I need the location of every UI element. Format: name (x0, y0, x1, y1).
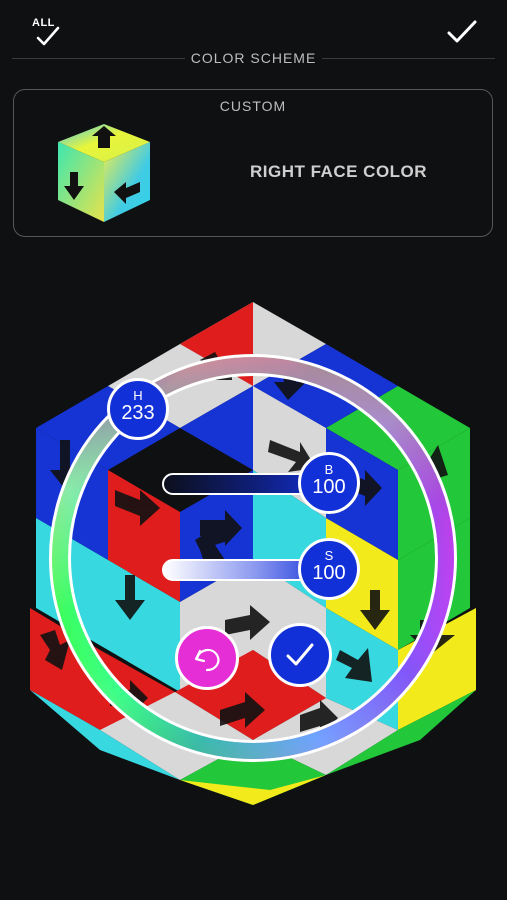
hue-value: 233 (121, 402, 155, 424)
check-icon (447, 20, 477, 43)
custom-scheme-card[interactable]: CUSTOM RIGHT FACE COLOR (13, 89, 493, 237)
saturation-value: 100 (312, 562, 346, 584)
brightness-value: 100 (312, 476, 346, 498)
check-all-icon (36, 26, 60, 46)
cube-preview-icon (58, 124, 150, 222)
divider-right (322, 58, 495, 59)
brightness-knob[interactable]: B 100 (298, 452, 360, 514)
saturation-knob[interactable]: S 100 (298, 538, 360, 600)
done-button[interactable] (444, 16, 480, 48)
select-all-button[interactable]: ALL (28, 12, 68, 46)
hue-knob[interactable]: H 233 (107, 378, 169, 440)
face-label: RIGHT FACE COLOR (250, 162, 428, 181)
undo-icon (194, 648, 220, 672)
check-icon (286, 643, 314, 666)
confirm-color-button[interactable] (268, 623, 332, 687)
brightness-label: B (324, 462, 334, 477)
cube-editor[interactable]: H 233 B 100 S 100 (0, 290, 507, 810)
undo-button[interactable] (175, 626, 239, 690)
hue-label: H (133, 388, 143, 403)
saturation-label: S (324, 548, 334, 563)
top-bar: ALL (0, 0, 507, 80)
hue-ring[interactable] (0, 290, 507, 810)
scheme-name: CUSTOM (219, 98, 287, 114)
